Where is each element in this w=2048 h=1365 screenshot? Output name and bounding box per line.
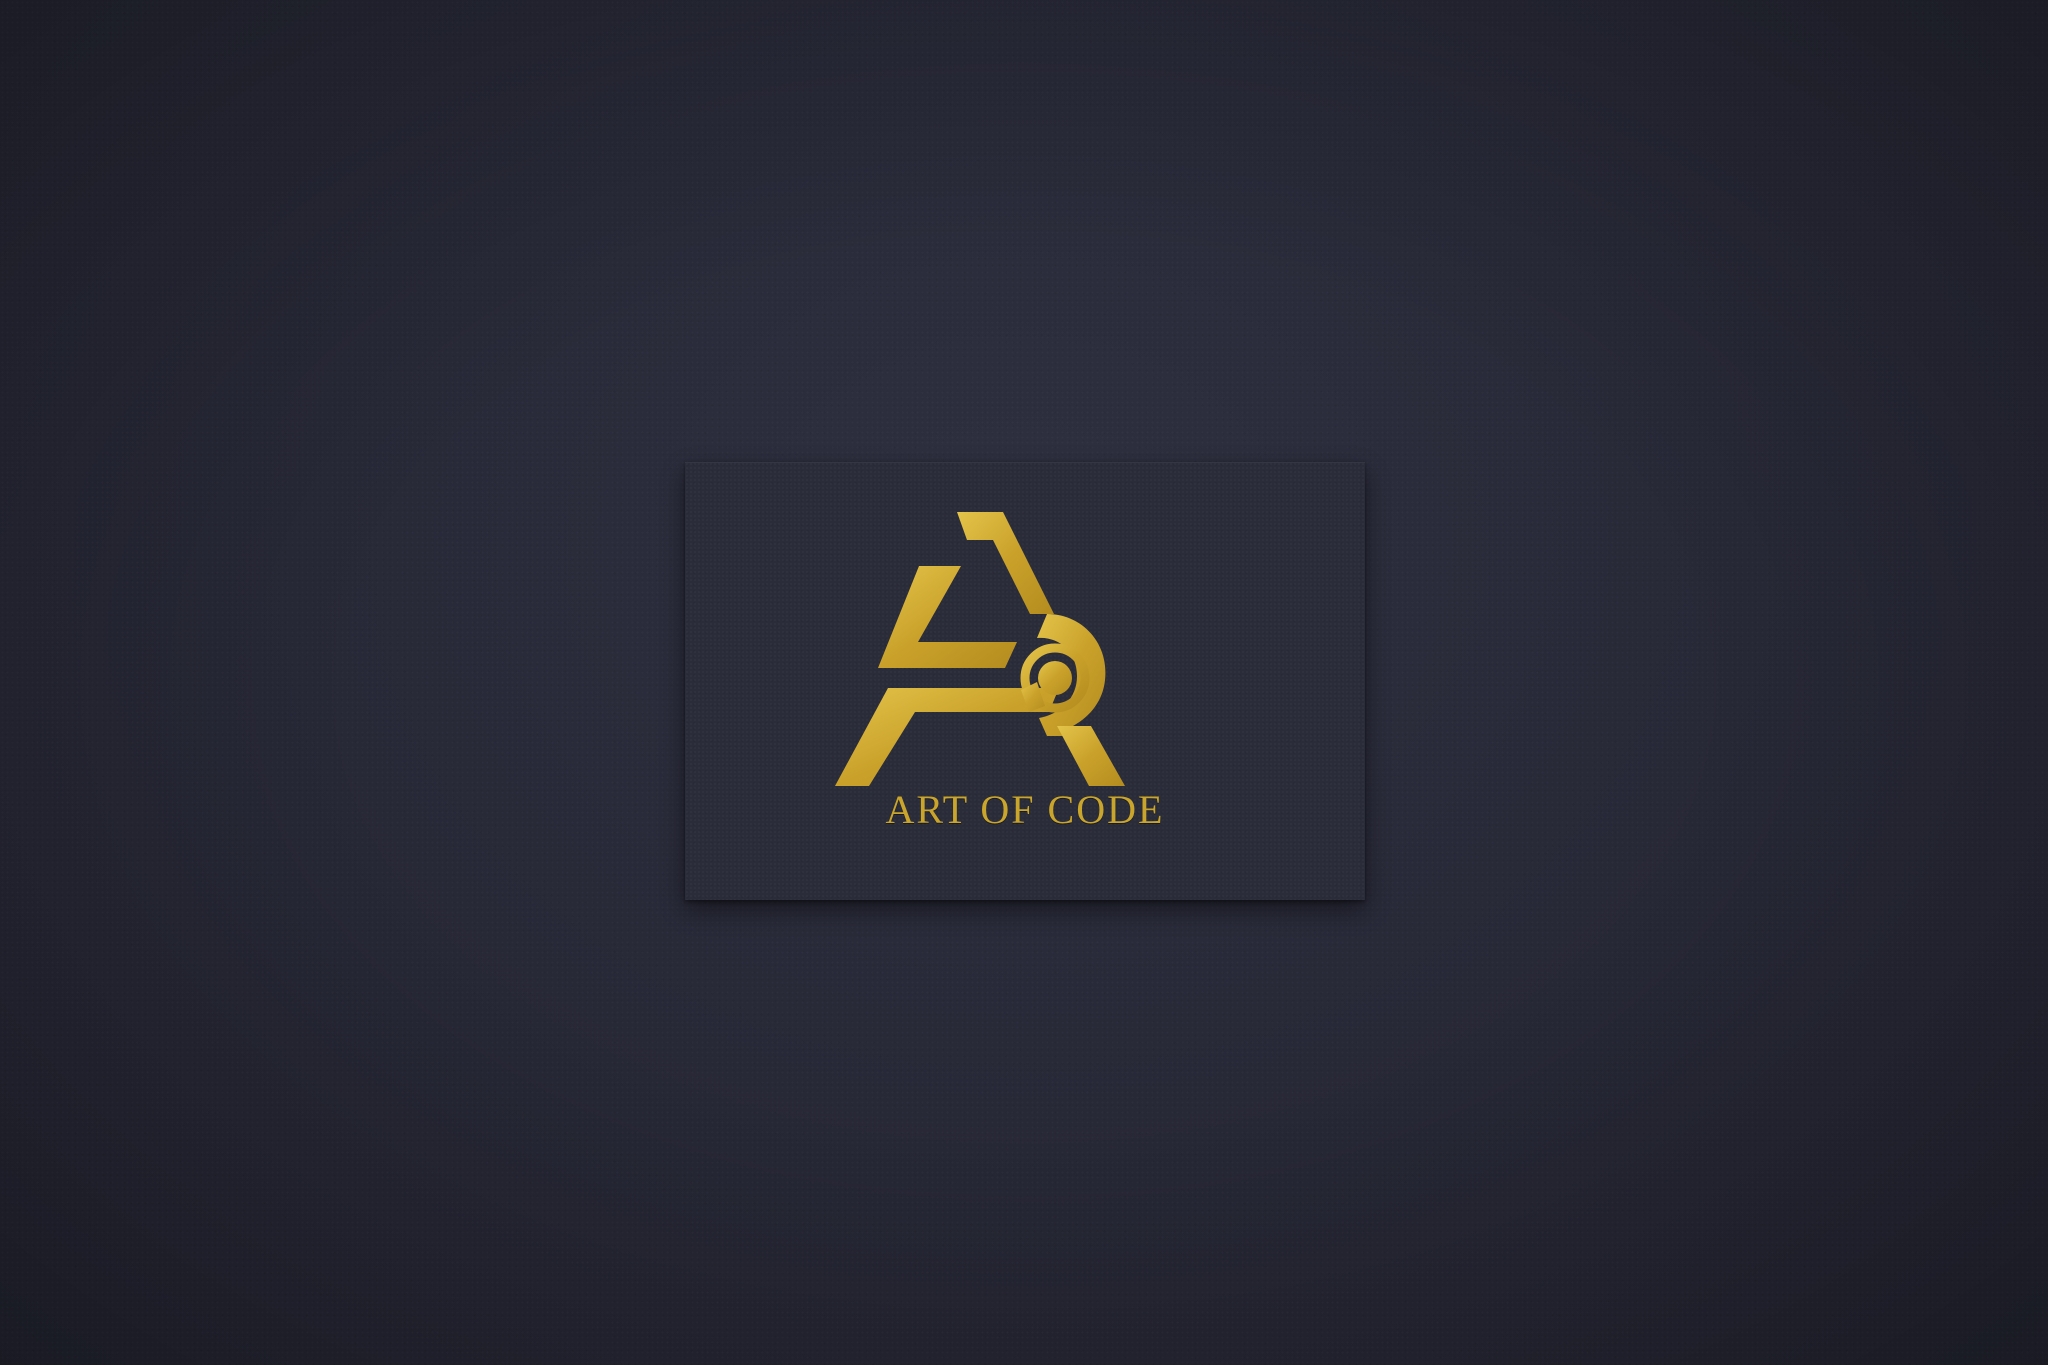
brand-name: ART OF CODE [885, 787, 1165, 832]
business-card: ART OF CODE [685, 462, 1365, 900]
art-of-code-logo-icon [835, 512, 1125, 786]
